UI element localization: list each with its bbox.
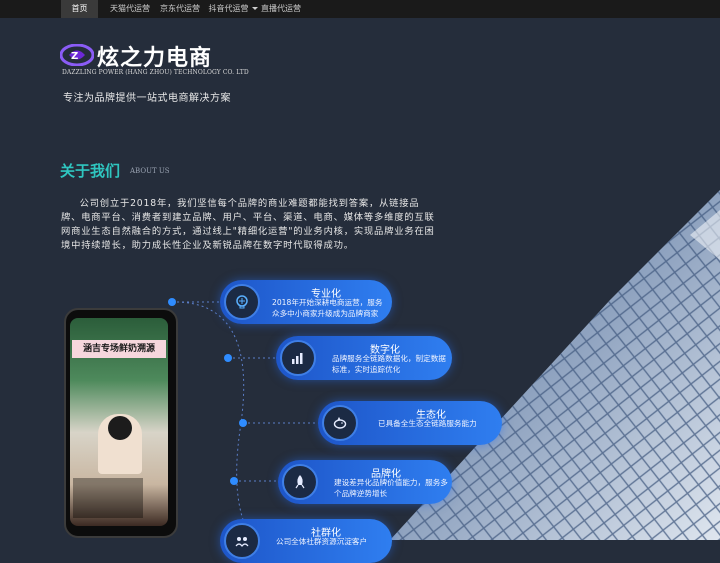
feature-card-ecosystem[interactable]: 生态化 已具备全生态全链路服务能力 bbox=[318, 401, 502, 445]
feature-card-brand[interactable]: 品牌化 建设差异化品牌价值能力，服务多个品牌逆势增长 bbox=[278, 460, 452, 504]
feature-desc: 建设差异化品牌价值能力，服务多个品牌逆势增长 bbox=[334, 478, 448, 498]
feature-desc: 公司全体社群资源沉淀客户 bbox=[276, 537, 368, 546]
feature-desc: 品牌服务全链路数据化，制定数据标准，实时追踪优化 bbox=[332, 354, 446, 374]
phone-screen: 涵吉专场鲜奶溯源 bbox=[70, 318, 168, 526]
live-banner: 涵吉专场鲜奶溯源 bbox=[72, 340, 166, 358]
piggy-bank-icon bbox=[322, 405, 358, 441]
rocket-icon bbox=[282, 464, 318, 500]
feature-desc: 已具备全生态全链路服务能力 bbox=[378, 419, 477, 428]
chart-icon bbox=[280, 340, 316, 376]
feature-desc: 2018年开始深耕电商运营，服务众多中小商家升级成为品牌商家 bbox=[272, 298, 383, 318]
feature-card-professional[interactable]: 专业化 2018年开始深耕电商运营，服务众多中小商家升级成为品牌商家 bbox=[220, 280, 392, 324]
brain-icon bbox=[224, 284, 260, 320]
feature-card-digital[interactable]: 数字化 品牌服务全链路数据化，制定数据标准，实时追踪优化 bbox=[276, 336, 452, 380]
community-icon bbox=[224, 523, 260, 559]
chat-overlay bbox=[73, 478, 143, 518]
feature-card-community[interactable]: 社群化 公司全体社群资源沉淀客户 bbox=[220, 519, 392, 563]
host-head bbox=[108, 416, 132, 440]
